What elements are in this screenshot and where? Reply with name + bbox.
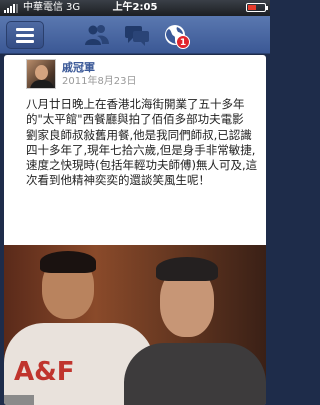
post-card: 戚冠軍 2011年8月23日 八月廿日晚上在香港北海街開業了五十多年的"太平館"… — [4, 55, 266, 405]
messages-icon[interactable] — [124, 23, 150, 47]
post-body-text: 八月廿日晚上在香港北海街開業了五十多年的"太平館"西餐廳與拍了佰佰多部功夫電影 … — [26, 97, 258, 188]
clock: 上午2:05 — [112, 2, 158, 13]
battery-icon — [246, 3, 268, 12]
status-bar: 中華電信 3G 上午2:05 — [0, 0, 270, 16]
notification-badge: 1 — [176, 35, 190, 49]
top-navigation-bar: 1 — [0, 16, 270, 54]
photo-glass — [4, 395, 34, 405]
post-photo[interactable]: A&F — [4, 245, 266, 405]
photo-person-left-hair — [40, 251, 96, 273]
post-timestamp[interactable]: 2011年8月23日 — [62, 72, 137, 87]
author-avatar[interactable] — [26, 59, 56, 89]
menu-button[interactable] — [6, 21, 44, 49]
photo-person-right-hair — [156, 257, 218, 281]
photo-shirt-lettering: A&F — [14, 357, 75, 387]
photo-person-right-shirt — [124, 343, 266, 405]
friend-requests-icon[interactable] — [84, 23, 110, 47]
